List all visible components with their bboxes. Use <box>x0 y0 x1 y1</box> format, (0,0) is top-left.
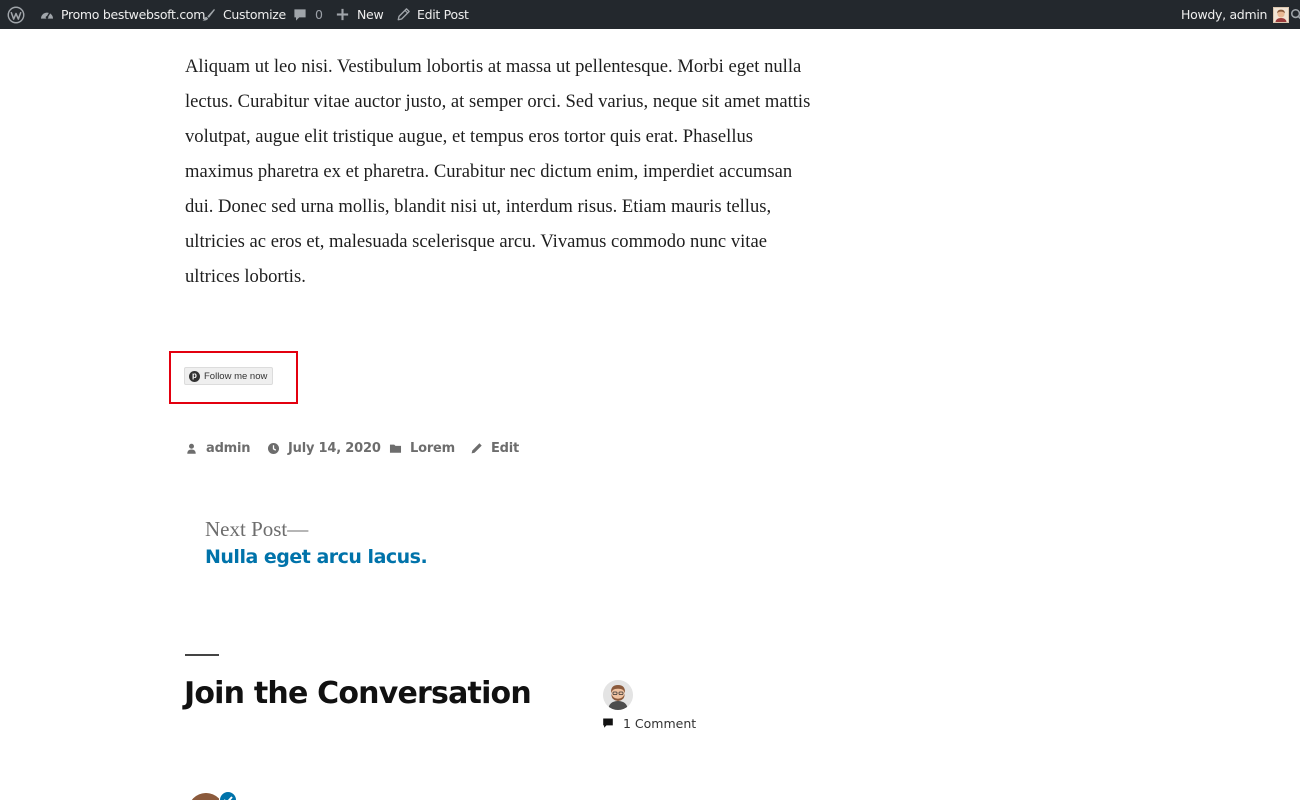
new-label: New <box>357 7 384 22</box>
folder-icon <box>389 442 410 455</box>
comment-bubble-icon <box>292 7 308 23</box>
comment-bubble-icon <box>602 717 623 729</box>
pinterest-icon: p <box>189 370 200 382</box>
comments-heading: Join the Conversation <box>184 676 532 711</box>
howdy-label: Howdy, admin <box>1181 7 1268 22</box>
admin-avatar <box>1273 6 1290 23</box>
pinterest-follow-button[interactable]: p Follow me now <box>184 367 274 385</box>
site-name-label: Promo bestwebsoft.com <box>61 7 206 22</box>
customize-label: Customize <box>223 7 286 22</box>
dashboard-icon <box>39 7 55 23</box>
plus-icon <box>335 7 350 22</box>
wordpress-logo-icon[interactable] <box>7 0 25 29</box>
customize-menu[interactable]: Customize <box>201 0 286 29</box>
post-author[interactable]: admin <box>185 438 251 458</box>
edit-label: Edit <box>491 440 520 456</box>
comments-menu[interactable]: 0 <box>292 0 323 29</box>
verified-badge-icon <box>219 791 237 800</box>
site-name-menu[interactable]: Promo bestwebsoft.com <box>39 0 205 29</box>
author-name: admin <box>206 440 251 456</box>
comments-count: 0 <box>315 7 323 22</box>
new-content-menu[interactable]: New <box>335 0 384 29</box>
edit-post-label: Edit Post <box>417 7 469 22</box>
post-category[interactable]: Lorem <box>389 438 455 458</box>
edit-post-menu[interactable]: Edit Post <box>396 0 469 29</box>
paintbrush-icon <box>201 7 216 22</box>
post-date-label: July 14, 2020 <box>288 440 381 456</box>
post-content: Aliquam ut leo nisi. Vestibulum lobortis… <box>185 56 811 287</box>
pencil-icon <box>470 442 491 455</box>
comment-count-label: 1 Comment <box>623 715 697 731</box>
commenter-avatar <box>603 680 633 710</box>
account-menu[interactable]: Howdy, admin <box>1181 0 1290 29</box>
admin-bar: Promo bestwebsoft.com Customize 0 New Ed… <box>0 0 1300 29</box>
next-post-link[interactable]: Nulla eget arcu lacus. <box>205 546 428 568</box>
comment-count-link[interactable]: 1 Comment <box>602 714 696 732</box>
category-label: Lorem <box>410 440 455 456</box>
pencil-icon <box>396 7 411 22</box>
search-icon[interactable] <box>1290 0 1300 29</box>
next-post-kicker: Next Post— <box>205 517 309 541</box>
post-date[interactable]: July 14, 2020 <box>267 438 381 458</box>
follow-button-label: Follow me now <box>204 370 268 382</box>
person-icon <box>185 442 206 455</box>
post-edit-link[interactable]: Edit <box>470 438 519 458</box>
clock-icon <box>267 442 288 455</box>
section-divider <box>185 654 219 656</box>
